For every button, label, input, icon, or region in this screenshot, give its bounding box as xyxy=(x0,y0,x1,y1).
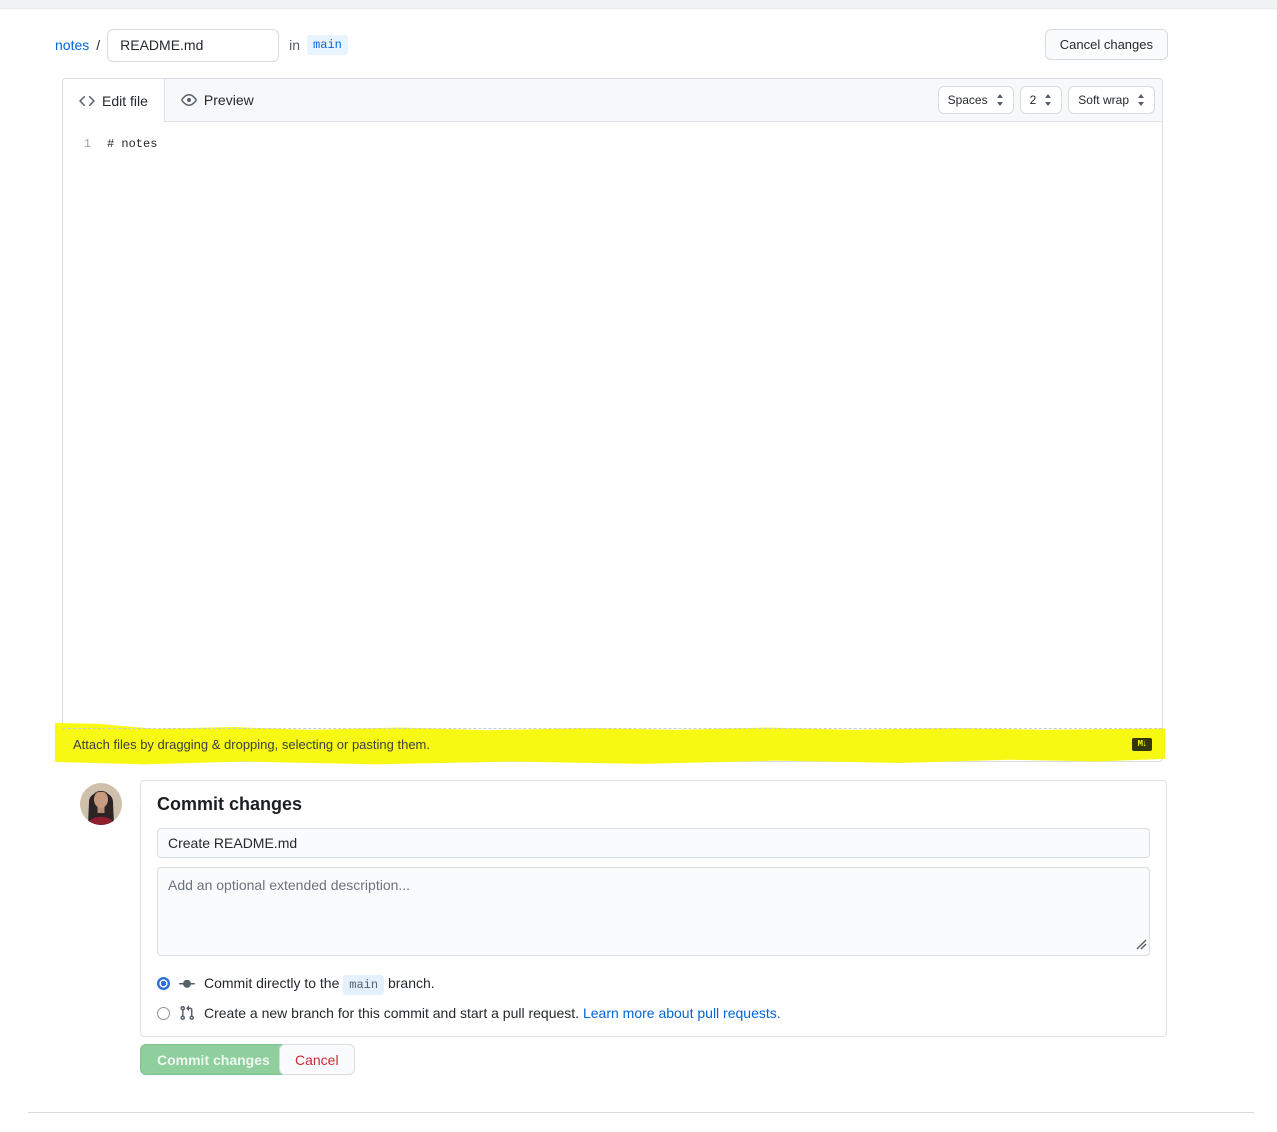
file-editor-page: notes / in main Cancel changes Edit file… xyxy=(0,0,1277,1132)
breadcrumb-separator: / xyxy=(96,37,100,53)
pull-requests-learn-more-link[interactable]: Learn more about pull requests. xyxy=(583,1005,781,1021)
commit-changes-button[interactable]: Commit changes xyxy=(140,1044,287,1075)
radio-row-new-branch: Create a new branch for this commit and … xyxy=(157,1005,1150,1021)
speech-caret-fill xyxy=(134,796,146,808)
commit-direct-label: Commit directly to the main branch. xyxy=(204,975,435,992)
repo-link[interactable]: notes xyxy=(55,37,89,53)
wrap-mode-select[interactable]: Soft wrap xyxy=(1068,86,1155,114)
attach-files-dropzone[interactable]: Attach files by dragging & dropping, sel… xyxy=(63,728,1162,761)
in-label: in xyxy=(289,37,300,53)
breadcrumb: notes / in main xyxy=(55,28,348,62)
cancel-changes-button[interactable]: Cancel changes xyxy=(1045,29,1168,60)
filename-input[interactable] xyxy=(107,29,279,62)
caret-updown-icon xyxy=(1137,94,1145,106)
editor-settings-toolbar: Spaces 2 Soft wrap xyxy=(938,79,1162,121)
radio-commit-direct[interactable] xyxy=(157,977,170,990)
indent-mode-select[interactable]: Spaces xyxy=(938,86,1014,114)
indent-size-select[interactable]: 2 xyxy=(1020,86,1063,114)
file-editor-container: Edit file Preview Spaces 2 xyxy=(62,78,1163,762)
commit-message-input[interactable] xyxy=(157,828,1150,858)
new-branch-label: Create a new branch for this commit and … xyxy=(204,1005,781,1021)
attach-files-text: Attach files by dragging & dropping, sel… xyxy=(73,737,430,752)
branch-badge: main xyxy=(343,975,384,995)
caret-updown-icon xyxy=(1044,94,1052,106)
tab-preview-label: Preview xyxy=(204,92,254,108)
indent-size-value: 2 xyxy=(1030,93,1037,107)
code-line: 1 # notes xyxy=(63,135,1162,153)
commit-description-wrap xyxy=(157,867,1150,961)
eye-icon xyxy=(181,92,197,108)
tab-preview[interactable]: Preview xyxy=(165,79,270,121)
code-icon xyxy=(79,93,95,109)
branch-badge: main xyxy=(307,35,348,55)
line-number: 1 xyxy=(63,135,107,153)
commit-heading: Commit changes xyxy=(157,794,1150,815)
avatar xyxy=(80,783,122,825)
git-pull-request-icon xyxy=(179,1005,195,1021)
caret-updown-icon xyxy=(996,94,1004,106)
editor-tab-bar: Edit file Preview Spaces 2 xyxy=(63,79,1162,122)
line-content: # notes xyxy=(107,135,157,153)
footer-divider xyxy=(28,1112,1254,1113)
commit-description-textarea[interactable] xyxy=(157,867,1150,956)
dropzone-dashed-border xyxy=(63,728,1162,729)
commit-form: Commit changes Commit directly to the ma… xyxy=(140,780,1167,1037)
tab-edit-file[interactable]: Edit file xyxy=(63,79,165,122)
git-commit-icon xyxy=(179,976,195,992)
radio-new-branch[interactable] xyxy=(157,1007,170,1020)
wrap-mode-value: Soft wrap xyxy=(1078,93,1129,107)
tab-edit-label: Edit file xyxy=(102,93,148,109)
code-editor[interactable]: 1 # notes xyxy=(63,122,1162,728)
indent-mode-value: Spaces xyxy=(948,93,988,107)
header-bottom-strip xyxy=(0,0,1277,9)
markdown-icon[interactable]: M↓ xyxy=(1132,738,1152,751)
commit-cancel-button[interactable]: Cancel xyxy=(279,1044,355,1075)
radio-row-commit-direct: Commit directly to the main branch. xyxy=(157,975,1150,992)
resize-grip-icon[interactable] xyxy=(1136,937,1147,955)
